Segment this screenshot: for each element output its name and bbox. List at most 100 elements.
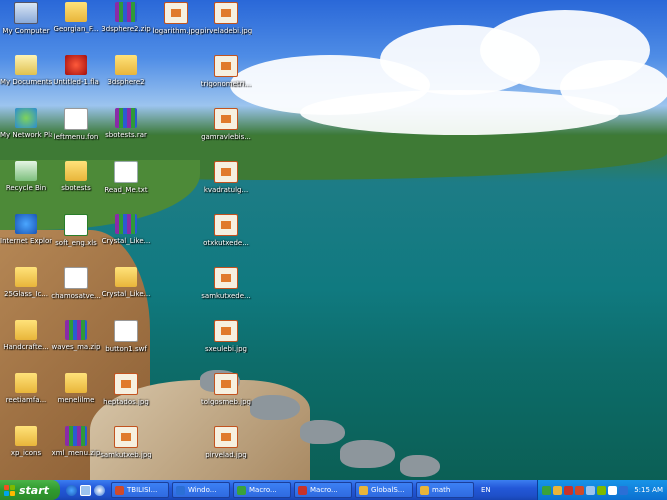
desktop-icon-label: kvadratulg...	[203, 186, 249, 194]
desktop-icon[interactable]: samkutxeb.jpg	[100, 426, 152, 459]
image-icon	[214, 214, 238, 236]
desktop-icon[interactable]: gamravlebis...	[200, 108, 252, 141]
tray-antivirus-icon[interactable]	[575, 485, 585, 495]
folder-icon	[15, 373, 37, 393]
desktop-icon-label: menelilme	[57, 396, 95, 404]
ie-icon	[15, 214, 37, 234]
desktop-icon[interactable]: pirveladebi.jpg	[200, 2, 252, 35]
task-app-icon	[420, 485, 429, 495]
archive-icon	[65, 426, 87, 446]
computer-icon	[14, 2, 38, 24]
desktop-icon[interactable]: Recycle Bin	[0, 161, 52, 192]
desktop-icon[interactable]: Untitled-1.fla	[50, 55, 102, 86]
desktop-icon-label: Crystal_Like...	[101, 237, 151, 245]
media-player-icon[interactable]	[94, 484, 105, 496]
show-desktop-icon[interactable]	[80, 484, 91, 496]
desktop-icon[interactable]: otxkutxede...	[200, 214, 252, 247]
desktop-icon-label: My Documents	[0, 78, 52, 86]
folder-icon	[65, 2, 87, 22]
image-icon	[114, 426, 138, 448]
desktop-icon-label: waves_ma.zip	[51, 343, 101, 351]
desktop-icon-label: otxkutxede...	[203, 239, 249, 247]
recycle-icon	[15, 161, 37, 181]
windows-logo-icon	[4, 484, 15, 496]
desktop-icon-label: 25Glass_Ic...	[4, 290, 48, 298]
desktop-icon[interactable]: Xsoft_eng.xls	[50, 214, 102, 247]
desktop-icon[interactable]: Crystal_Like...	[100, 214, 152, 245]
tray-update-icon[interactable]	[597, 485, 607, 495]
task-button[interactable]: math	[416, 482, 474, 498]
desktop-icon-label: 3dsphere2	[107, 78, 145, 86]
desktop-icon[interactable]: logarithm.jpg	[150, 2, 202, 35]
ie-quicklaunch-icon[interactable]	[66, 484, 77, 496]
desktop-icon[interactable]: samkutxede...	[200, 267, 252, 300]
folder-icon	[115, 55, 137, 75]
desktop-icon[interactable]: waves_ma.zip	[50, 320, 102, 351]
desktop-icon-label: Recycle Bin	[5, 184, 47, 192]
tray-security-icon[interactable]	[564, 485, 574, 495]
desktop-icon[interactable]: trigonometri...	[200, 55, 252, 88]
tray-volume-icon[interactable]	[586, 485, 596, 495]
task-button[interactable]: Windo...	[172, 482, 230, 498]
desktop-icon[interactable]: Handcrafte...	[0, 320, 52, 351]
image-icon	[214, 426, 238, 448]
desktop-icon-label: sbotests	[61, 184, 91, 192]
tray-safely-remove-icon[interactable]	[619, 485, 629, 495]
desktop-icon[interactable]: pirvelad.jpg	[200, 426, 252, 459]
desktop-icon[interactable]: xp_icons	[0, 426, 52, 457]
desktop-icon-label: heptados.jpg	[103, 398, 149, 406]
language-indicator[interactable]: EN	[481, 486, 491, 494]
start-button[interactable]: start	[0, 480, 60, 500]
shortcut-icon: ↰	[64, 108, 88, 130]
tray-messenger-icon[interactable]	[553, 485, 563, 495]
shortcut-icon: ↰	[64, 267, 88, 289]
desktop-icon[interactable]: Georgian_F...	[50, 2, 102, 33]
tray-network-icon[interactable]	[542, 485, 552, 495]
desktop-icon-label: My Computer	[2, 27, 50, 35]
desktop-icon[interactable]: Internet Explorer	[0, 214, 52, 245]
desktop-icon-label: sxeulebi.jpg	[204, 345, 247, 353]
desktop-icon[interactable]: reetiamfa...	[0, 373, 52, 404]
desktop-icon[interactable]: sxeulebi.jpg	[200, 320, 252, 353]
tray-display-icon[interactable]	[608, 485, 618, 495]
task-app-icon	[115, 485, 124, 495]
image-icon	[214, 373, 238, 395]
task-button[interactable]: Macro...	[294, 482, 352, 498]
red-icon	[65, 55, 87, 75]
task-button[interactable]: Macro...	[233, 482, 291, 498]
desktop-icon-label: reetiamfa...	[5, 396, 47, 404]
desktop-icon[interactable]: ↰ leftmenu.fon	[50, 108, 102, 141]
swf-icon: f	[114, 320, 138, 342]
desktop-icon-label: Internet Explorer	[0, 237, 52, 245]
desktop-icon[interactable]: heptados.jpg	[100, 373, 152, 406]
task-button[interactable]: TBILISI...	[111, 482, 169, 498]
desktop-icon[interactable]: My Computer	[0, 2, 52, 35]
desktop-icon[interactable]: menelilme	[50, 373, 102, 404]
desktop-icon[interactable]: My Documents	[0, 55, 52, 86]
desktop-icon[interactable]: ≡ Read_Me.txt	[100, 161, 152, 194]
desktop-icon[interactable]: My Network Places	[0, 108, 52, 139]
archive-icon	[65, 320, 87, 340]
desktop-icon[interactable]: tolgosmeb.jpg	[200, 373, 252, 406]
desktop-icon[interactable]: sbotests	[50, 161, 102, 192]
docs-icon	[15, 55, 37, 75]
task-label: math	[432, 486, 451, 494]
folder-icon	[65, 161, 87, 181]
desktop-icon[interactable]: f button1.swf	[100, 320, 152, 353]
desktop-icon-label: samkutxede...	[201, 292, 251, 300]
desktop-icon[interactable]: sbotests.rar	[100, 108, 152, 139]
desktop-icon[interactable]: ↰ chamosatve...	[50, 267, 102, 300]
desktop-icon[interactable]: xml_menu.zip	[50, 426, 102, 457]
desktop-icon[interactable]: 25Glass_Ic...	[0, 267, 52, 298]
desktop-icon[interactable]: kvadratulg...	[200, 161, 252, 194]
desktop-icon-label: sbotests.rar	[105, 131, 147, 139]
desktop-icon-label: soft_eng.xls	[55, 239, 97, 247]
desktop-icon[interactable]: 3dsphere2.zip	[100, 2, 152, 33]
archive-icon	[115, 214, 137, 234]
archive-icon	[115, 2, 137, 22]
desktop-icon-label: Georgian_F...	[53, 25, 99, 33]
task-label: Macro...	[310, 486, 338, 494]
desktop-icon[interactable]: Crystal_Like...	[100, 267, 152, 298]
task-button[interactable]: GlobalS...	[355, 482, 413, 498]
desktop-icon[interactable]: 3dsphere2	[100, 55, 152, 86]
